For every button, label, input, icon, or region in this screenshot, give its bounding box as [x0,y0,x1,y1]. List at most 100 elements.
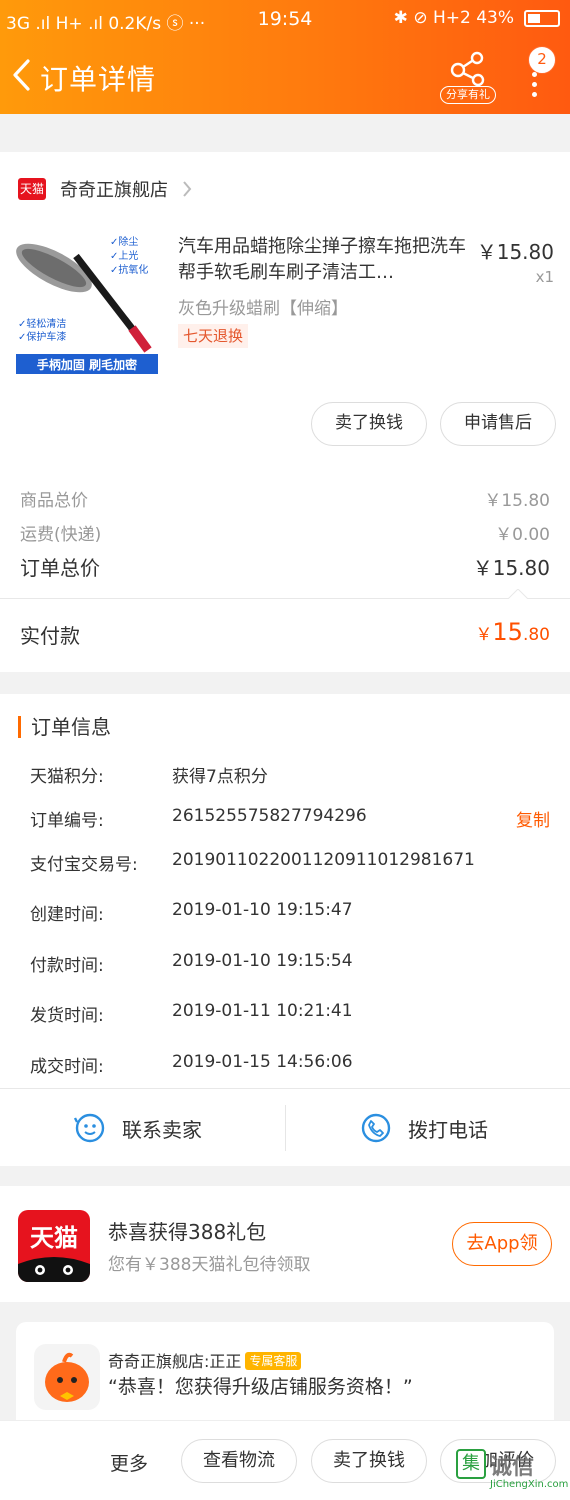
paid-dec: .80 [522,625,550,645]
image-bullet: ✓除尘 [110,237,139,248]
contact-row: 联系卖家 拨打电话 [0,1089,570,1167]
image-bullets-2: ✓轻松清洁 ✓保护车漆 [18,318,66,344]
shop-name: 奇奇正旗舰店 [60,180,168,201]
product-image[interactable]: ✓除尘 ✓上光 ✓抗氧化 ✓轻松清洁 ✓保护车漆 手柄加固 刷毛加密 [14,226,160,376]
paid-label: 实付款 [20,624,80,648]
gift-title: 恭喜获得388礼包 [108,1220,267,1244]
tmall-logo: 天猫 [18,1210,90,1282]
chat-sender-name: 奇奇正旗舰店:正正 [108,1352,242,1371]
page-title: 订单详情 [40,63,157,96]
info-value: 2019-01-10 19:15:54 [172,951,353,971]
call-phone-button[interactable]: 拨打电话 [360,1089,488,1167]
paid-int: 15 [492,618,523,646]
after-sale-button[interactable]: 申请售后 [440,402,556,446]
product-title[interactable]: 汽车用品蜡拖除尘掸子擦车拖把洗车帮手软毛刷车刷子清洁工… [178,234,468,286]
more-button[interactable]: 更多 [110,1449,148,1476]
info-value: 2019-01-15 14:56:06 [172,1052,353,1072]
paid-currency: ￥ [475,625,493,645]
info-row-paid: 付款时间: 2019-01-10 19:15:54 [30,951,550,976]
call-phone-label: 拨打电话 [408,1117,488,1142]
image-bullets: ✓除尘 ✓上光 ✓抗氧化 [110,236,148,278]
info-key: 订单编号: [30,811,104,831]
shipping-row: 运费(快递) ￥0.00 [20,520,550,545]
sell-button[interactable]: 卖了换钱 [311,402,427,446]
product-price: ￥15.80 [476,240,554,264]
contact-seller-button[interactable]: 联系卖家 [74,1089,202,1167]
info-key: 付款时间: [30,956,104,976]
info-key: 发货时间: [30,1006,104,1026]
return-policy-tag: 七天退换 [178,324,249,348]
chat-sender: 奇奇正旗舰店:正正 专属客服 [108,1348,302,1372]
info-row-created: 创建时间: 2019-01-10 19:15:47 [30,900,550,925]
nav-bar: 订单详情 分享有礼 2 [0,38,570,114]
avatar [34,1344,100,1410]
phone-icon [361,1113,391,1143]
image-bullet: ✓抗氧化 [110,265,149,276]
divider [0,598,570,599]
view-logistics-button[interactable]: 查看物流 [181,1439,297,1483]
image-bullet: ✓上光 [110,251,139,262]
shop-link[interactable]: 天猫 奇奇正旗舰店 [18,176,192,202]
product-sku: 灰色升级蜡刷【伸缩】 [178,299,348,319]
goods-total-label: 商品总价 [20,491,88,511]
info-value: 2019-01-10 19:15:47 [172,900,353,920]
info-key: 支付宝交易号: [30,855,138,875]
status-bar: 3G .ıl H+ .ıl 0.2K/s ⓢ ··· 19:54 ✱ ⊘ H+2… [0,0,570,38]
sell-bottom-button[interactable]: 卖了换钱 [311,1439,427,1483]
gift-card: 天猫 恭喜获得388礼包 您有￥388天猫礼包待领取 去App领 [0,1186,570,1302]
watermark-sub: JiChengXin.com [490,1479,569,1490]
chat-message: “恭喜！您获得升级店铺服务资格！” [108,1376,413,1398]
image-bullet: ✓轻松清洁 [18,319,67,330]
share-label: 分享有礼 [440,86,496,104]
watermark: 集 诚信 JiChengXin.com [456,1447,569,1495]
more-dots-icon [532,72,537,102]
battery-icon [524,9,560,27]
service-badge: 专属客服 [245,1352,302,1370]
order-total-value: ￥15.80 [472,556,550,580]
info-row-completed: 成交时间: 2019-01-15 14:56:06 [30,1052,550,1077]
status-right: ✱ ⊘ H+2 43% [394,8,560,28]
goods-total-value: ￥15.80 [484,491,550,511]
divider [285,1105,286,1151]
contact-seller-label: 联系卖家 [122,1117,202,1142]
claim-in-app-button[interactable]: 去App领 [452,1222,552,1266]
shipping-label: 运费(快递) [20,525,102,545]
info-key: 天猫积分: [30,767,104,787]
tmall-cat-face [18,1257,90,1282]
info-value: 2019011022001120911012981671 [172,850,475,870]
share-button[interactable]: 分享有礼 [440,50,496,104]
tmall-tag: 天猫 [18,178,46,200]
status-right-text: ✱ ⊘ H+2 43% [393,8,514,28]
info-key: 成交时间: [30,1057,104,1077]
pointer-notch [508,589,528,599]
share-icon [450,51,485,87]
chat-icon [74,1113,105,1143]
watermark-text: 诚信 [490,1455,535,1480]
info-row-shipped: 发货时间: 2019-01-11 10:21:41 [30,1001,550,1026]
back-icon[interactable] [10,58,36,92]
app-header: 3G .ıl H+ .ıl 0.2K/s ⓢ ··· 19:54 ✱ ⊘ H+2… [0,0,570,114]
order-total-label: 订单总价 [20,556,100,580]
image-bullet: ✓保护车漆 [18,332,67,343]
paid-value: ￥15.80 [475,618,550,646]
order-product-card: 天猫 奇奇正旗舰店 ✓除尘 ✓上光 ✓抗氧化 ✓轻松清洁 ✓保护车漆 手柄加固 … [0,152,570,672]
gift-subtitle: 您有￥388天猫礼包待领取 [108,1255,311,1275]
copy-button[interactable]: 复制 [516,806,550,831]
info-value: 261525575827794296 [172,806,367,826]
chat-section: 奇奇正旗舰店:正正 专属客服 “恭喜！您获得升级店铺服务资格！” [0,1302,570,1442]
shipping-value: ￥0.00 [495,525,550,545]
order-info-title: 订单信息 [18,716,111,738]
more-menu-button[interactable]: 2 [522,46,562,106]
watermark-box: 集 [456,1449,486,1479]
goods-total-row: 商品总价 ￥15.80 [20,486,550,511]
info-value: 获得7点积分 [172,767,268,787]
mascot-icon [45,1352,89,1402]
info-key: 创建时间: [30,905,104,925]
info-row-alipay: 支付宝交易号: 2019011022001120911012981671 [30,850,550,875]
image-banner: 手柄加固 刷毛加密 [36,358,138,372]
order-info-card: 订单信息 天猫积分: 获得7点积分 订单编号: 2615255758277942… [0,694,570,1166]
notification-badge: 2 [528,46,556,74]
tmall-logo-text: 天猫 [30,1224,78,1252]
product-quantity: x1 [535,268,554,286]
order-total-row: 订单总价 ￥15.80 [20,552,550,581]
